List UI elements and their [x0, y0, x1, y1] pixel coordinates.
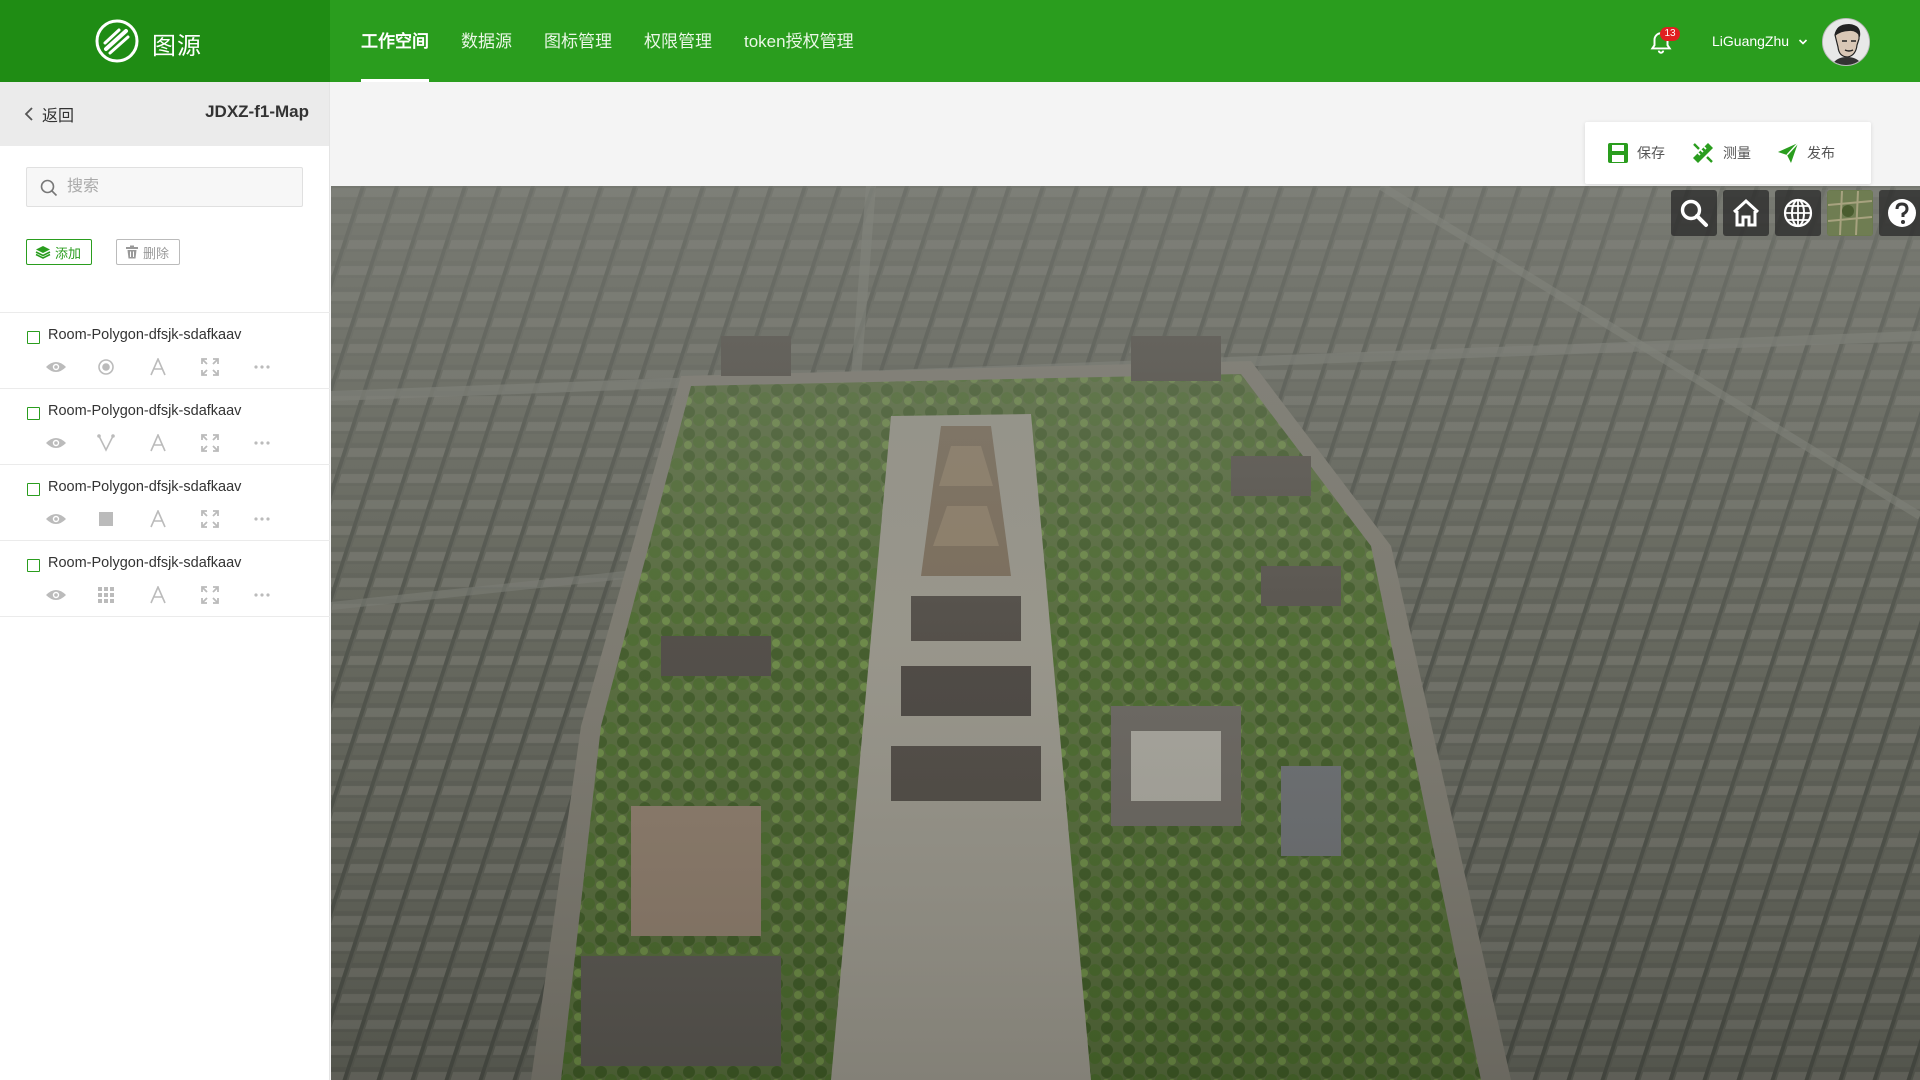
save-label: 保存	[1637, 145, 1665, 161]
user-name[interactable]: LiGuangZhu	[1712, 33, 1789, 49]
layer-name: Room-Polygon-dfsjk-sdafkaav	[48, 555, 242, 571]
zoom-to-layer-icon[interactable]	[201, 584, 253, 606]
nav-datasource[interactable]: 数据源	[445, 0, 528, 82]
layer-checkbox[interactable]	[27, 559, 40, 572]
logo-icon	[95, 19, 139, 63]
layer-name: Room-Polygon-dfsjk-sdafkaav	[48, 403, 242, 419]
text-label-icon[interactable]	[149, 584, 201, 606]
top-header: 图源 工作空间 数据源 图标管理 权限管理 token授权管理 13 LiGua…	[0, 0, 1920, 82]
map-control-group	[1671, 190, 1920, 236]
ruler-icon	[1693, 143, 1713, 163]
measure-button[interactable]: 测量	[1691, 141, 1751, 165]
eye-icon[interactable]	[45, 432, 97, 454]
layer-item[interactable]: Room-Polygon-dfsjk-sdafkaav	[0, 541, 330, 617]
layers-icon	[35, 246, 51, 259]
layer-checkbox[interactable]	[27, 331, 40, 344]
sidebar-header: 返回 JDXZ-f1-Map	[0, 82, 329, 146]
layer-name: Room-Polygon-dfsjk-sdafkaav	[48, 327, 242, 343]
add-layer-button[interactable]: 添加	[26, 239, 93, 265]
nav-workspace[interactable]: 工作空间	[345, 0, 445, 82]
back-label: 返回	[42, 108, 75, 125]
search-icon[interactable]	[1671, 190, 1717, 236]
text-label-icon[interactable]	[149, 432, 201, 454]
layer-list: Room-Polygon-dfsjk-sdafkaav Room-Polygon…	[0, 313, 330, 617]
grid-icon[interactable]	[97, 584, 149, 606]
layer-tools	[45, 584, 305, 606]
nav-token-management[interactable]: token授权管理	[728, 0, 870, 82]
help-icon[interactable]	[1879, 190, 1920, 236]
zoom-to-layer-icon[interactable]	[201, 356, 253, 378]
text-label-icon[interactable]	[149, 508, 201, 530]
globe-icon[interactable]	[1775, 190, 1821, 236]
layer-tools	[45, 356, 305, 378]
search-box[interactable]	[26, 167, 303, 207]
back-button[interactable]: 返回	[24, 102, 74, 126]
layer-tools	[45, 508, 305, 530]
layer-checkbox[interactable]	[27, 483, 40, 496]
save-icon	[1608, 143, 1628, 163]
search-input[interactable]	[67, 168, 297, 206]
zoom-to-layer-icon[interactable]	[201, 508, 253, 530]
chevron-left-icon	[24, 107, 33, 121]
avatar-portrait-icon	[1823, 19, 1869, 65]
nav-icon-management[interactable]: 图标管理	[528, 0, 628, 82]
basemap-icon[interactable]	[1827, 190, 1873, 236]
home-icon[interactable]	[1723, 190, 1769, 236]
measure-label: 测量	[1723, 145, 1751, 161]
publish-label: 发布	[1807, 145, 1835, 161]
eye-icon[interactable]	[45, 584, 97, 606]
nav-permission-management[interactable]: 权限管理	[628, 0, 728, 82]
fill-icon[interactable]	[97, 508, 149, 530]
layer-tools	[45, 432, 305, 454]
zoom-to-layer-icon[interactable]	[201, 432, 253, 454]
more-icon[interactable]	[253, 584, 305, 606]
notification-badge: 13	[1660, 27, 1680, 41]
aerial-scene	[331, 186, 1920, 1080]
save-button[interactable]: 保存	[1607, 142, 1665, 164]
layer-item[interactable]: Room-Polygon-dfsjk-sdafkaav	[0, 465, 330, 541]
more-icon[interactable]	[253, 508, 305, 530]
point-icon[interactable]	[97, 356, 149, 378]
delete-label: 删除	[143, 245, 170, 261]
layer-item[interactable]: Room-Polygon-dfsjk-sdafkaav	[0, 389, 330, 465]
layer-item[interactable]: Room-Polygon-dfsjk-sdafkaav	[0, 313, 330, 389]
layer-name: Room-Polygon-dfsjk-sdafkaav	[48, 479, 242, 495]
eye-icon[interactable]	[45, 508, 97, 530]
add-label: 添加	[55, 245, 82, 261]
publish-button[interactable]: 发布	[1777, 142, 1835, 164]
chevron-down-icon[interactable]	[1798, 37, 1808, 47]
trash-icon	[126, 245, 138, 259]
avatar[interactable]	[1822, 18, 1870, 66]
main-nav: 工作空间 数据源 图标管理 权限管理 token授权管理	[345, 0, 870, 82]
layer-checkbox[interactable]	[27, 407, 40, 420]
layer-sidebar: 返回 JDXZ-f1-Map 添加 删除 Room-Polyg	[0, 82, 330, 1080]
eye-icon[interactable]	[45, 356, 97, 378]
map-action-toolbar: 保存 测量 发布	[1585, 122, 1871, 184]
more-icon[interactable]	[253, 356, 305, 378]
text-label-icon[interactable]	[149, 356, 201, 378]
logo-area[interactable]: 图源	[0, 0, 330, 82]
delete-layer-button[interactable]: 删除	[116, 239, 181, 265]
more-icon[interactable]	[253, 432, 305, 454]
map-viewport[interactable]	[331, 186, 1920, 1080]
line-icon[interactable]	[97, 432, 149, 454]
send-icon	[1778, 142, 1799, 163]
app-name: 图源	[152, 33, 202, 60]
map-title: JDXZ-f1-Map	[205, 102, 309, 121]
search-icon	[40, 179, 58, 197]
